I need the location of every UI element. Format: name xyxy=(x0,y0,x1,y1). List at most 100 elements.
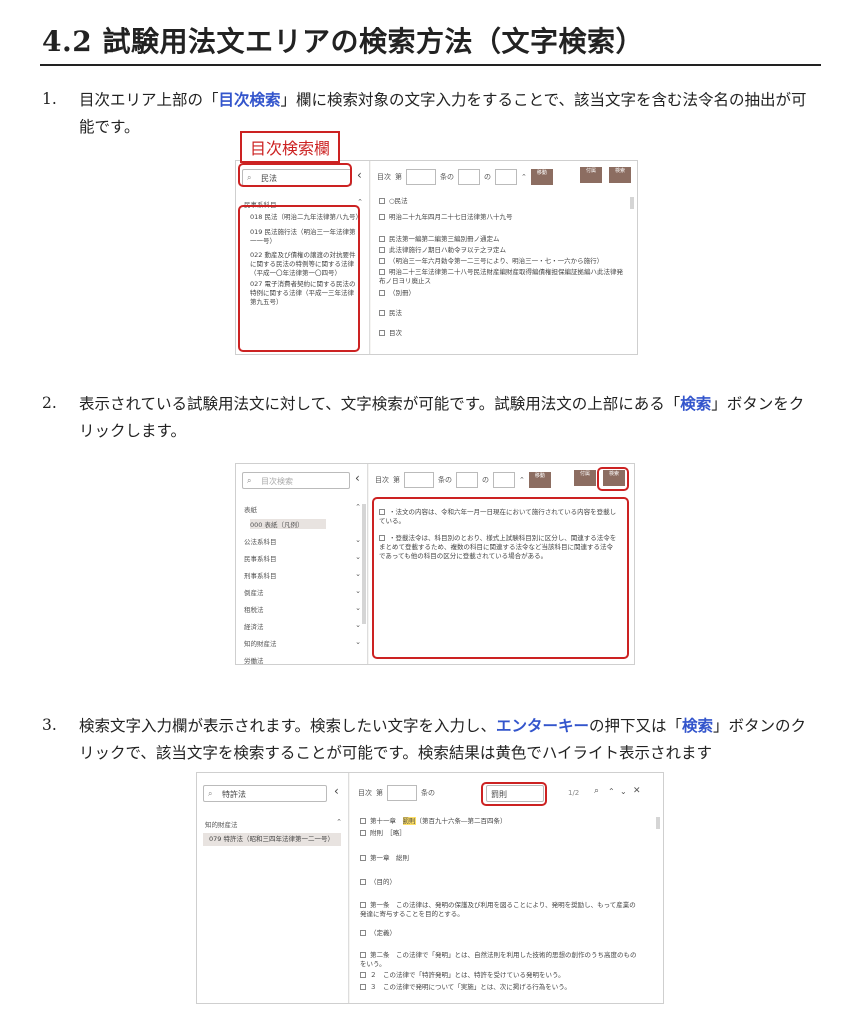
collapse-icon[interactable]: ‹ xyxy=(355,471,360,485)
step-2: 2. 表示されている試験用法文に対して、文字検索が可能です。試験用法文の上部にあ… xyxy=(42,390,817,445)
nav-item[interactable]: 知的財産法 xyxy=(244,638,277,648)
toc-button[interactable]: 目次 xyxy=(358,788,372,798)
callout-text-area xyxy=(372,497,629,659)
text-line: （明治三一年六月勅令第一二三号により、明治三一・七・一六から施行） xyxy=(379,257,629,266)
label-jo: 条の xyxy=(438,476,452,484)
highlight-term: 目次検索 xyxy=(218,90,281,109)
highlight-term: 検索 xyxy=(680,394,712,413)
chevron-up-icon[interactable]: ⌃ xyxy=(519,476,525,484)
text-line: ３ この法律で発明について「実施」とは、次に掲げる行為をいう。 xyxy=(360,983,640,992)
article-input[interactable] xyxy=(404,472,434,488)
nav-item[interactable]: 租税法 xyxy=(244,604,264,614)
label-jo: 条の xyxy=(421,789,435,797)
label-no: の xyxy=(484,173,491,181)
toc-panel: ⌕ 目次検索 ‹ 表紙 ⌃ 000 表紙（凡例） 公法系科目 ⌄ 民事系科目 ⌄ 刑… xyxy=(236,464,368,664)
toc-button[interactable]: 目次 xyxy=(377,172,391,182)
text-line: （別冊） xyxy=(379,289,629,298)
toolbar: 目次 第 条の の ⌃ 移動 xyxy=(375,472,551,488)
scrollbar[interactable] xyxy=(362,504,366,624)
step-1: 1. 目次エリア上部の「目次検索」欄に検索対象の文字入力をすることで、該当文字を… xyxy=(42,86,817,141)
step-number: 3. xyxy=(42,716,57,734)
chevron-up-icon[interactable]: ⌃ xyxy=(521,173,527,181)
step-3: 3. 検索文字入力欄が表示されます。検索したい文字を入力し、エンターキーの押下又… xyxy=(42,712,817,767)
search-icon: ⌕ xyxy=(208,789,213,798)
chevron-down-icon[interactable]: ⌄ xyxy=(355,553,361,561)
find-search-icon[interactable]: ⌕ xyxy=(594,786,599,796)
toc-search-input[interactable]: ⌕ 特許法 xyxy=(203,785,327,802)
toolbar: 目次 第 条の の ⌃ 移動 xyxy=(377,169,553,185)
nav-item-selected[interactable]: 000 表紙（凡例） xyxy=(250,519,326,529)
step-text: 表示されている試験用法文に対して、文字検索が可能です。試験用法文の上部にある「 xyxy=(79,395,681,413)
nav-item[interactable]: 倒産法 xyxy=(244,587,264,597)
toolbar: 目次 第 条の xyxy=(358,785,435,801)
text-line: 附則 ［略］ xyxy=(360,829,640,838)
callout-search-box xyxy=(238,163,352,187)
chevron-down-icon[interactable]: ⌄ xyxy=(355,570,361,578)
jump-button[interactable]: 移動 xyxy=(530,169,553,185)
jump-button[interactable]: 移動 xyxy=(528,472,551,488)
scrollbar[interactable] xyxy=(630,197,634,209)
step-number: 2. xyxy=(42,394,57,412)
collapse-icon[interactable]: ‹ xyxy=(357,168,362,182)
law-text-panel: 目次 第 条の 罰則 1/2 ⌕ ⌃ ⌄ ✕ 第十一章 罰則（第百九十六条―第二… xyxy=(350,773,663,1003)
text-line: （定義） xyxy=(360,929,640,938)
label-dai: 第 xyxy=(395,173,402,181)
chevron-down-icon[interactable]: ⌄ xyxy=(355,587,361,595)
chevron-up-icon[interactable]: ⌃ xyxy=(608,787,615,796)
attachment-button[interactable]: 付属 xyxy=(580,167,602,183)
branch-input[interactable] xyxy=(456,472,478,488)
callout-find-input xyxy=(481,782,547,806)
text-line: 明治二十三年法律第二十八号民法財産編財産取得編債権担保編証拠編ハ此法律発布ノ日ヨ… xyxy=(379,268,623,285)
text-line: 民法 xyxy=(379,309,629,318)
find-count: 1/2 xyxy=(568,789,580,797)
chevron-down-icon[interactable]: ⌄ xyxy=(620,787,627,796)
text-line: 明治二十九年四月二十七日法律第八十九号 xyxy=(379,213,629,222)
text-line: 民法第一編第二編第三編別冊ノ通定ム xyxy=(379,235,629,244)
nav-item[interactable]: 公法系科目 xyxy=(244,536,277,546)
search-placeholder: 目次検索 xyxy=(261,477,293,486)
toc-search-input[interactable]: ⌕ 目次検索 xyxy=(242,472,350,489)
label-dai: 第 xyxy=(376,789,383,797)
nav-item[interactable]: 経済法 xyxy=(244,621,264,631)
text-line: 第一条 この法律は、発明の保護及び利用を図ることにより、発明を奨励し、もって産業… xyxy=(360,901,636,918)
article-input[interactable] xyxy=(387,785,417,801)
chevron-up-icon[interactable]: ⌃ xyxy=(357,198,363,206)
step-text: の押下又は「 xyxy=(588,717,682,735)
text-line: 第一章 総則 xyxy=(360,854,640,863)
scrollbar[interactable] xyxy=(656,817,660,829)
callout-search-button xyxy=(597,467,629,491)
branch-input[interactable] xyxy=(458,169,480,185)
label-no: の xyxy=(482,476,489,484)
text-line: ２ この法律で「特許発明」とは、特許を受けている発明をいう。 xyxy=(360,971,640,980)
highlight-term: エンターキー xyxy=(495,716,589,735)
step-text: 検索文字入力欄が表示されます。検索したい文字を入力し、 xyxy=(79,717,496,735)
chevron-down-icon[interactable]: ⌄ xyxy=(355,604,361,612)
list-item-selected[interactable]: 079 特許法（昭和三四年法律第一二一号） xyxy=(203,833,341,846)
nav-item[interactable]: 刑事系科目 xyxy=(244,570,277,580)
section-header[interactable]: 知的財産法 xyxy=(205,819,238,829)
article-input[interactable] xyxy=(406,169,436,185)
close-icon[interactable]: ✕ xyxy=(633,786,641,796)
search-icon: ⌕ xyxy=(247,476,252,485)
toc-button[interactable]: 目次 xyxy=(375,475,389,485)
law-text-panel: 目次 第 条の の ⌃ 移動 付属 検索 ○民法 明治二十九年四月二十七日法律第… xyxy=(371,161,637,354)
text-line: 第二条 この法律で「発明」とは、自然法則を利用した技術的思想の創作のうち高度のも… xyxy=(360,951,637,968)
nav-item[interactable]: 民事系科目 xyxy=(244,553,277,563)
nav-item[interactable]: 表紙 xyxy=(244,504,257,514)
search-value: 特許法 xyxy=(222,790,246,799)
toc-panel: ⌕ 特許法 ‹ 知的財産法 ⌃ 079 特許法（昭和三四年法律第一二一号） xyxy=(197,773,349,1003)
attachment-button[interactable]: 付属 xyxy=(574,470,596,486)
sub-input[interactable] xyxy=(495,169,517,185)
chevron-up-icon[interactable]: ⌃ xyxy=(355,503,361,511)
callout-results xyxy=(238,205,360,352)
title-underline xyxy=(40,64,821,66)
nav-item[interactable]: 労働法 xyxy=(244,655,264,664)
chevron-up-icon[interactable]: ⌃ xyxy=(336,818,342,826)
chevron-down-icon[interactable]: ⌄ xyxy=(355,638,361,646)
chevron-down-icon[interactable]: ⌄ xyxy=(355,536,361,544)
text-line: 此法律施行ノ期日ハ勅令ヲ以テ之ヲ定ム xyxy=(379,246,629,255)
search-button[interactable]: 検索 xyxy=(609,167,631,183)
sub-input[interactable] xyxy=(493,472,515,488)
chevron-down-icon[interactable]: ⌄ xyxy=(355,621,361,629)
collapse-icon[interactable]: ‹ xyxy=(334,784,339,798)
